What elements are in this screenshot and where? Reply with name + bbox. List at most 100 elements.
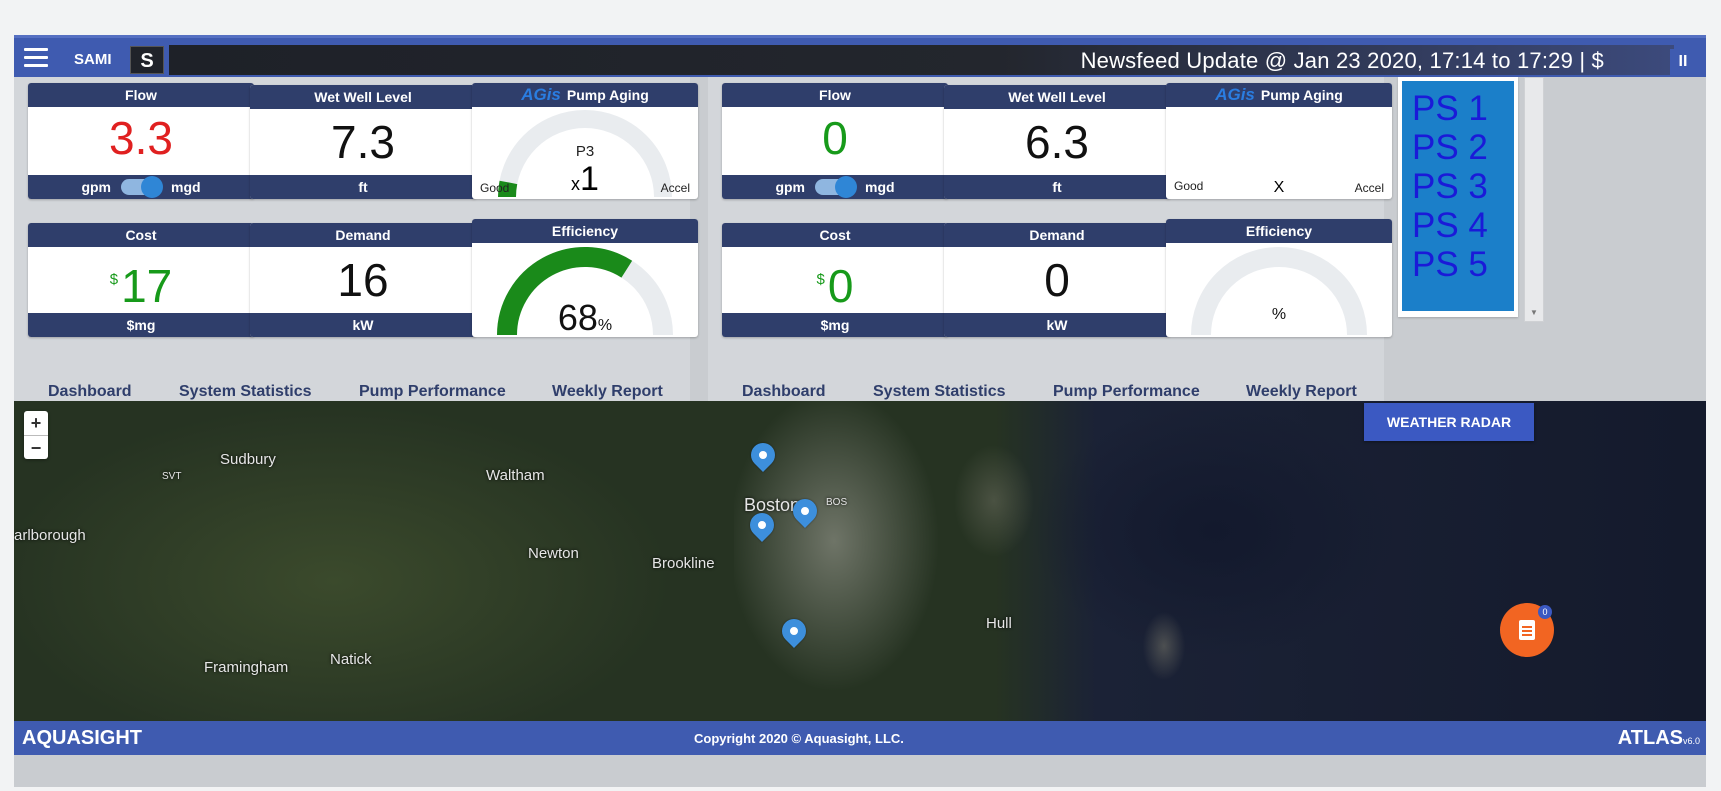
- demand-widget: Demand 0 kW: [944, 223, 1170, 337]
- agis-logo: AGis: [1215, 85, 1255, 104]
- notification-badge: 0: [1538, 605, 1552, 619]
- flow-unit-toggle[interactable]: [815, 176, 857, 198]
- s-button[interactable]: S: [130, 46, 164, 74]
- map-label-boston: Boston: [744, 495, 801, 515]
- map-label-framingham: Framingham: [204, 659, 289, 676]
- notes-chat-button[interactable]: 0: [1500, 603, 1554, 657]
- footer-bar: AQUASIGHT Copyright 2020 © Aquasight, LL…: [14, 721, 1706, 755]
- cost-title: Cost: [722, 223, 948, 247]
- efficiency-widget: Efficiency 68%: [472, 219, 698, 337]
- demand-title: Demand: [944, 223, 1170, 247]
- efficiency-title: Efficiency: [1166, 219, 1392, 243]
- nav-weekly-report[interactable]: Weekly Report: [552, 383, 663, 401]
- cost-widget: Cost $0 $mg: [722, 223, 948, 337]
- flow-value: 3.3: [109, 112, 173, 164]
- pump-aging-header: AGis Pump Aging: [1166, 83, 1392, 107]
- satellite-map[interactable]: + − Sudbury SVT Waltham arlborough Newto…: [14, 401, 1706, 721]
- pump-station-item[interactable]: PS 2: [1412, 128, 1514, 167]
- notes-icon: [1519, 620, 1535, 640]
- top-bar: SAMI S Newsfeed Update @ Jan 23 2020, 17…: [14, 35, 1706, 77]
- scroll-down-icon[interactable]: ▼: [1530, 308, 1538, 317]
- map-label-newton: Newton: [528, 545, 579, 562]
- map-label-natick: Natick: [330, 651, 372, 668]
- demand-unit: kW: [944, 313, 1170, 337]
- efficiency-title: Efficiency: [472, 219, 698, 243]
- pump-aging-title: Pump Aging: [1260, 87, 1343, 103]
- cost-value-row: $0: [722, 255, 948, 311]
- demand-title: Demand: [250, 223, 476, 247]
- flow-widget: Flow 0 gpm mgd: [722, 83, 948, 199]
- pump-station-item[interactable]: PS 4: [1412, 206, 1514, 245]
- flow-unit-mgd: mgd: [171, 179, 201, 195]
- flow-unit-gpm: gpm: [775, 179, 805, 195]
- footer-product-name: ATLAS: [1617, 727, 1683, 749]
- cost-currency: $: [816, 271, 825, 288]
- pump-station-item[interactable]: PS 1: [1412, 89, 1514, 128]
- footer-version: v6.0: [1682, 736, 1700, 746]
- flow-widget: Flow 3.3 gpm mgd: [28, 83, 254, 199]
- wet-well-title: Wet Well Level: [250, 85, 476, 109]
- map-label-bos: BOS: [826, 497, 848, 508]
- nav-system-statistics[interactable]: System Statistics: [873, 383, 1006, 401]
- nav-dashboard[interactable]: Dashboard: [48, 383, 132, 401]
- wet-well-value: 7.3: [331, 116, 395, 168]
- nav-weekly-report[interactable]: Weekly Report: [1246, 383, 1357, 401]
- flow-unit-mgd: mgd: [865, 179, 895, 195]
- map-label-hull: Hull: [986, 615, 1012, 632]
- pump-aging-good-label: Good: [480, 181, 510, 195]
- hamburger-menu-icon[interactable]: [24, 48, 48, 68]
- pump-aging-widget: AGis Pump Aging X Good Accel: [1166, 83, 1392, 199]
- cost-unit: $mg: [722, 313, 948, 337]
- demand-unit: kW: [250, 313, 476, 337]
- map-label-waltham: Waltham: [486, 467, 545, 484]
- pump-aging-pump-id: P3: [575, 143, 595, 160]
- panel-scrollbar[interactable]: ▼: [1524, 77, 1544, 322]
- wet-well-value: 6.3: [1025, 116, 1089, 168]
- efficiency-value-row: %: [1166, 303, 1392, 324]
- flow-unit-toggle-bar: gpm mgd: [722, 175, 948, 199]
- nav-dashboard[interactable]: Dashboard: [742, 383, 826, 401]
- cost-widget: Cost $17 $mg: [28, 223, 254, 337]
- pause-button[interactable]: II: [1670, 49, 1696, 75]
- flow-unit-toggle-bar: gpm mgd: [28, 175, 254, 199]
- weather-radar-button[interactable]: WEATHER RADAR: [1364, 403, 1534, 441]
- cost-currency: $: [109, 271, 119, 288]
- pump-aging-header: AGis Pump Aging: [472, 83, 698, 107]
- newsfeed-ticker: Newsfeed Update @ Jan 23 2020, 17:14 to …: [169, 45, 1674, 75]
- pump-aging-widget: AGis Pump Aging P3 x1 Good Accel: [472, 83, 698, 199]
- nav-pump-performance[interactable]: Pump Performance: [359, 383, 506, 401]
- efficiency-value: 68: [557, 297, 598, 337]
- footer-product: ATLASv6.0: [1618, 727, 1700, 750]
- newsfeed-text: Newsfeed Update @ Jan 23 2020, 17:14 to …: [1080, 48, 1604, 73]
- pump-station-list: PS 1 PS 2 PS 3 PS 4 PS 5: [1398, 77, 1518, 317]
- wet-well-unit: ft: [250, 175, 476, 199]
- zoom-out-button[interactable]: −: [24, 435, 48, 459]
- map-peninsula-area: [1134, 611, 1194, 681]
- cost-value: 0: [827, 260, 854, 312]
- map-zoom-control: + −: [24, 411, 48, 459]
- nav-system-statistics[interactable]: System Statistics: [179, 383, 312, 401]
- flow-unit-toggle[interactable]: [121, 176, 163, 198]
- wet-well-unit: ft: [944, 175, 1170, 199]
- zoom-in-button[interactable]: +: [24, 411, 48, 435]
- demand-value: 16: [337, 254, 389, 306]
- efficiency-unit: %: [597, 317, 613, 334]
- map-coast-area: [954, 441, 1044, 581]
- flow-title: Flow: [722, 83, 948, 107]
- pump-station-item[interactable]: PS 3: [1412, 167, 1514, 206]
- cost-value: 17: [121, 260, 173, 312]
- wet-well-widget: Wet Well Level 6.3 ft: [944, 85, 1170, 199]
- pump-aging-accel-label: Accel: [660, 181, 690, 195]
- cost-value-row: $17: [28, 255, 254, 311]
- station-panel-2: Flow 0 gpm mgd Wet Well Level 6.3 ft AGi…: [708, 77, 1392, 417]
- pump-aging-value: 1: [580, 160, 599, 198]
- flow-title: Flow: [28, 83, 254, 107]
- wet-well-widget: Wet Well Level 7.3 ft: [250, 85, 476, 199]
- nav-pump-performance[interactable]: Pump Performance: [1053, 383, 1200, 401]
- flow-unit-gpm: gpm: [81, 179, 111, 195]
- app-name: SAMI: [74, 51, 112, 68]
- pump-station-item[interactable]: PS 5: [1412, 245, 1514, 284]
- map-label-brookline: Brookline: [652, 555, 715, 572]
- map-label-marlborough: arlborough: [14, 527, 86, 544]
- app-window: SAMI S Newsfeed Update @ Jan 23 2020, 17…: [14, 35, 1706, 787]
